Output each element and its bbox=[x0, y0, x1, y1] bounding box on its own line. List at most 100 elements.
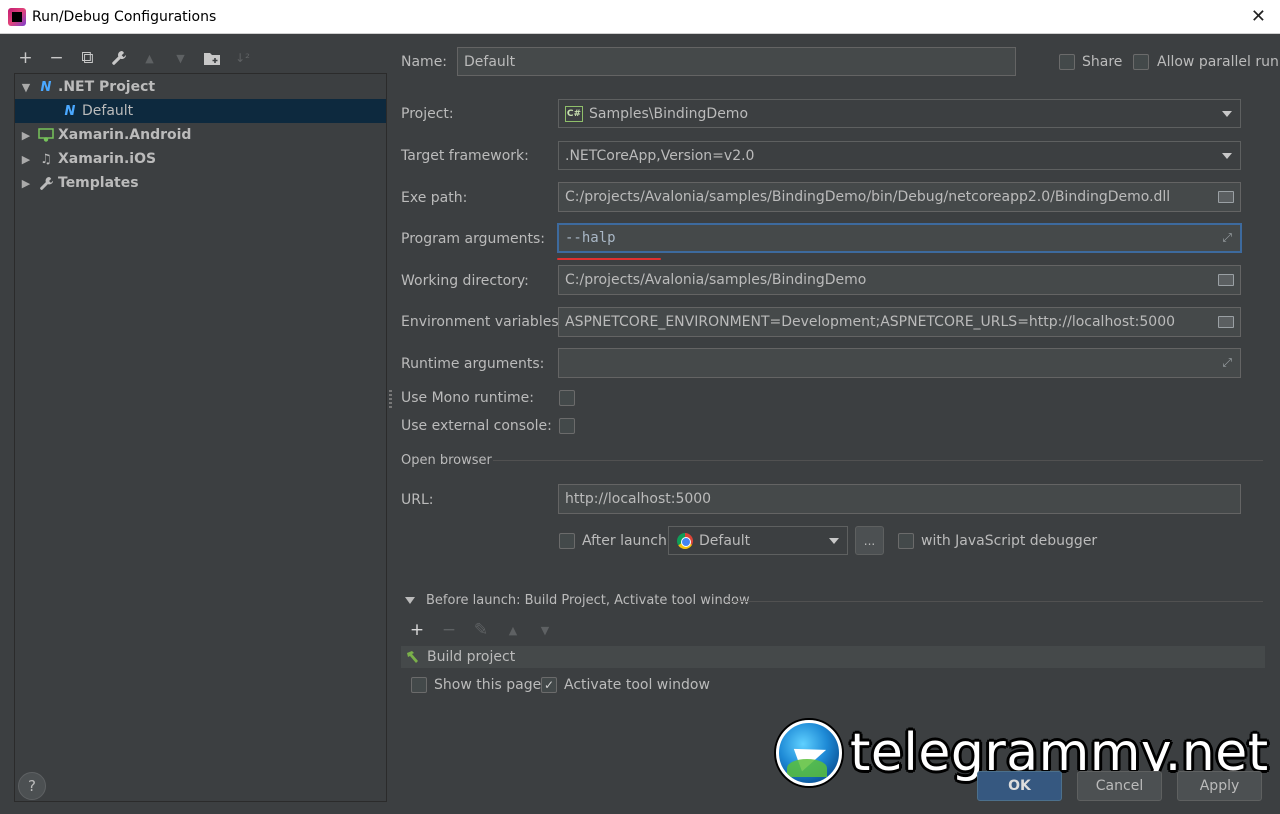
chevron-down-icon bbox=[1222, 110, 1232, 117]
program-arguments-field[interactable]: --halp ⤢ bbox=[557, 223, 1242, 253]
task-label: Build project bbox=[427, 649, 516, 665]
use-external-console-checkbox[interactable] bbox=[559, 418, 575, 434]
js-debugger-label: with JavaScript debugger bbox=[921, 533, 1098, 549]
project-dropdown[interactable]: C# Samples\BindingDemo bbox=[558, 99, 1241, 128]
allow-parallel-checkbox[interactable] bbox=[1133, 54, 1149, 70]
tree-item-default[interactable]: N Default bbox=[15, 99, 386, 123]
close-icon[interactable]: ✕ bbox=[1251, 6, 1266, 27]
chevron-down-icon bbox=[1222, 152, 1232, 159]
activate-tool-window-label: Activate tool window bbox=[564, 677, 710, 693]
configurations-toolbar: + − ⧉ ▲ ▼ ↓² bbox=[14, 44, 254, 72]
program-arguments-label: Program arguments: bbox=[401, 231, 545, 247]
expand-arrow-icon[interactable]: ▼ bbox=[19, 81, 33, 94]
browse-browser-button[interactable]: ... bbox=[855, 526, 884, 555]
add-icon[interactable]: + bbox=[406, 619, 428, 641]
tree-item-label: Default bbox=[82, 103, 134, 119]
expand-arrow-icon[interactable]: ▶ bbox=[19, 129, 33, 142]
allow-parallel-label: Allow parallel run bbox=[1157, 54, 1279, 70]
dotnet-icon: N bbox=[64, 103, 76, 119]
url-field[interactable]: http://localhost:5000 bbox=[558, 484, 1241, 514]
url-label: URL: bbox=[401, 492, 434, 508]
name-label: Name: bbox=[401, 54, 448, 70]
name-value: Default bbox=[464, 53, 516, 70]
tree-item-label: Xamarin.iOS bbox=[58, 151, 157, 167]
rider-app-icon bbox=[8, 7, 26, 26]
tree-item-label: .NET Project bbox=[58, 79, 156, 95]
open-browser-section-title: Open browser bbox=[401, 453, 492, 468]
working-directory-value: C:/projects/Avalonia/samples/BindingDemo bbox=[565, 272, 867, 288]
after-launch-checkbox[interactable] bbox=[559, 533, 575, 549]
remove-icon[interactable]: − bbox=[438, 619, 460, 641]
telegram-logo-icon bbox=[776, 720, 842, 786]
panel-splitter[interactable] bbox=[389, 390, 392, 410]
chevron-down-icon bbox=[829, 537, 839, 544]
exe-path-label: Exe path: bbox=[401, 190, 468, 206]
spelling-error-underline bbox=[557, 258, 661, 260]
runtime-arguments-field[interactable]: ⤢ bbox=[558, 348, 1241, 378]
tree-item-xamarin-ios[interactable]: ▶ ♫ Xamarin.iOS bbox=[15, 147, 386, 171]
title-bar: Run/Debug Configurations ✕ bbox=[0, 0, 1280, 34]
after-launch-label: After launch bbox=[582, 533, 667, 549]
working-directory-field[interactable]: C:/projects/Avalonia/samples/BindingDemo bbox=[558, 265, 1241, 295]
move-up-icon[interactable]: ▲ bbox=[138, 47, 161, 70]
exe-path-field[interactable]: C:/projects/Avalonia/samples/BindingDemo… bbox=[558, 182, 1241, 212]
expand-arrow-icon[interactable]: ▶ bbox=[19, 153, 33, 166]
ios-icon: ♫ bbox=[40, 151, 52, 167]
program-arguments-value: --halp bbox=[565, 230, 616, 246]
remove-icon[interactable]: − bbox=[45, 47, 68, 70]
use-external-console-label: Use external console: bbox=[401, 418, 552, 434]
share-checkbox[interactable] bbox=[1059, 54, 1075, 70]
new-folder-icon[interactable] bbox=[200, 47, 223, 70]
move-down-icon[interactable]: ▼ bbox=[169, 47, 192, 70]
copy-icon[interactable]: ⧉ bbox=[76, 47, 99, 70]
wrench-icon bbox=[37, 175, 55, 191]
share-label: Share bbox=[1082, 54, 1123, 70]
name-field[interactable]: Default bbox=[457, 47, 1016, 76]
use-mono-runtime-checkbox[interactable] bbox=[559, 390, 575, 406]
chrome-icon bbox=[677, 532, 693, 549]
folder-icon[interactable] bbox=[1218, 191, 1234, 203]
use-mono-runtime-label: Use Mono runtime: bbox=[401, 390, 534, 406]
ok-button[interactable]: OK bbox=[977, 771, 1062, 801]
js-debugger-checkbox[interactable] bbox=[898, 533, 914, 549]
environment-variables-label: Environment variables: bbox=[401, 314, 564, 330]
edit-icon[interactable]: ✎ bbox=[470, 619, 492, 641]
before-launch-task-list[interactable]: Build project bbox=[401, 646, 1265, 668]
sort-icon[interactable]: ↓² bbox=[231, 47, 254, 70]
expand-icon[interactable]: ⤢ bbox=[1222, 356, 1232, 371]
move-up-icon[interactable]: ▲ bbox=[502, 619, 524, 641]
cancel-button[interactable]: Cancel bbox=[1077, 771, 1162, 801]
project-value: Samples\BindingDemo bbox=[589, 105, 749, 122]
runtime-arguments-label: Runtime arguments: bbox=[401, 356, 545, 372]
add-icon[interactable]: + bbox=[14, 47, 37, 70]
browser-dropdown[interactable]: Default bbox=[668, 526, 848, 555]
tree-item-xamarin-android[interactable]: ▶ Xamarin.Android bbox=[15, 123, 386, 147]
collapse-arrow-icon[interactable] bbox=[405, 597, 415, 604]
url-value: http://localhost:5000 bbox=[565, 491, 712, 507]
folder-icon[interactable] bbox=[1218, 316, 1234, 328]
move-down-icon[interactable]: ▼ bbox=[534, 619, 556, 641]
wrench-icon[interactable] bbox=[107, 47, 130, 70]
expand-icon[interactable]: ⤢ bbox=[1222, 231, 1232, 246]
csharp-project-icon: C# bbox=[565, 105, 583, 122]
show-this-page-checkbox[interactable] bbox=[411, 677, 427, 693]
working-directory-label: Working directory: bbox=[401, 273, 529, 289]
expand-arrow-icon[interactable]: ▶ bbox=[19, 177, 33, 190]
help-button[interactable]: ? bbox=[18, 772, 46, 800]
before-launch-section-title[interactable]: Before launch: Build Project, Activate t… bbox=[426, 593, 750, 608]
hammer-icon bbox=[405, 650, 421, 664]
project-label: Project: bbox=[401, 106, 454, 122]
target-framework-dropdown[interactable]: .NETCoreApp,Version=v2.0 bbox=[558, 141, 1241, 170]
environment-variables-value: ASPNETCORE_ENVIRONMENT=Development;ASPNE… bbox=[565, 314, 1176, 330]
section-divider bbox=[493, 460, 1263, 461]
browser-value: Default bbox=[699, 532, 751, 549]
tree-item-dotnet-project[interactable]: ▼ N .NET Project bbox=[15, 75, 386, 99]
apply-button[interactable]: Apply bbox=[1177, 771, 1262, 801]
environment-variables-field[interactable]: ASPNETCORE_ENVIRONMENT=Development;ASPNE… bbox=[558, 307, 1241, 337]
android-icon bbox=[37, 127, 55, 143]
folder-icon[interactable] bbox=[1218, 274, 1234, 286]
tree-item-templates[interactable]: ▶ Templates bbox=[15, 171, 386, 195]
activate-tool-window-checkbox[interactable]: ✓ bbox=[541, 677, 557, 693]
target-framework-value: .NETCoreApp,Version=v2.0 bbox=[565, 147, 755, 164]
tree-item-label: Templates bbox=[58, 175, 139, 191]
